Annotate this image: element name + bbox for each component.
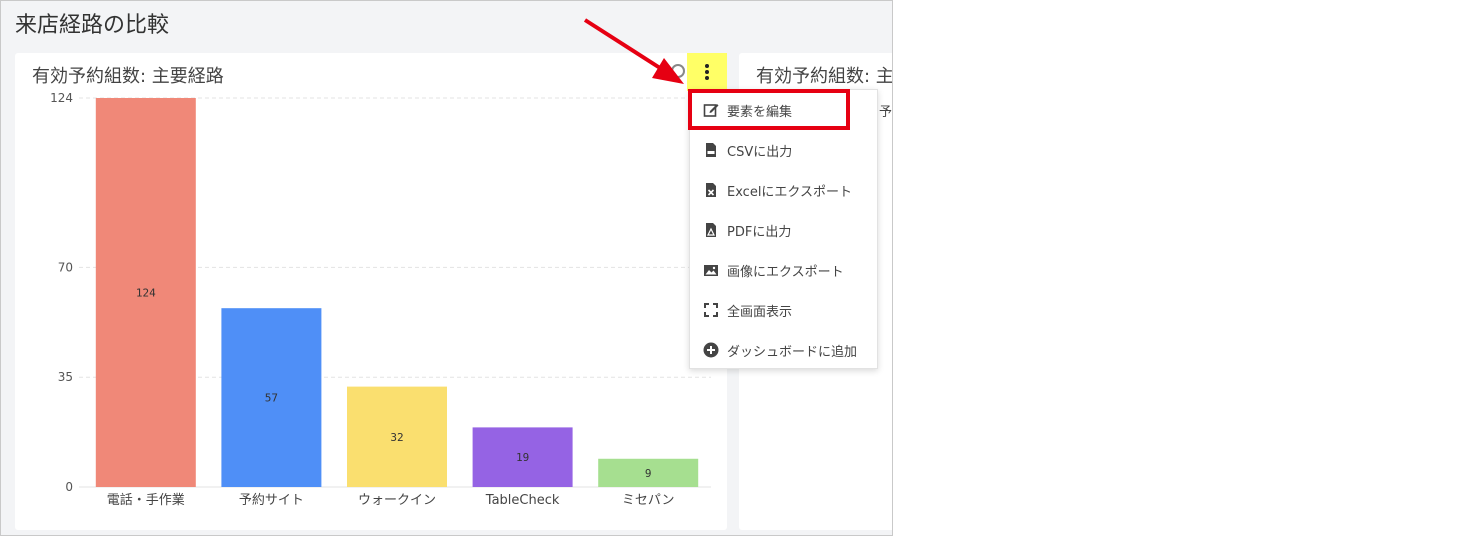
annotation-arrow [583, 18, 684, 84]
arrow-shaft [583, 18, 662, 70]
arrow-head [652, 58, 684, 84]
